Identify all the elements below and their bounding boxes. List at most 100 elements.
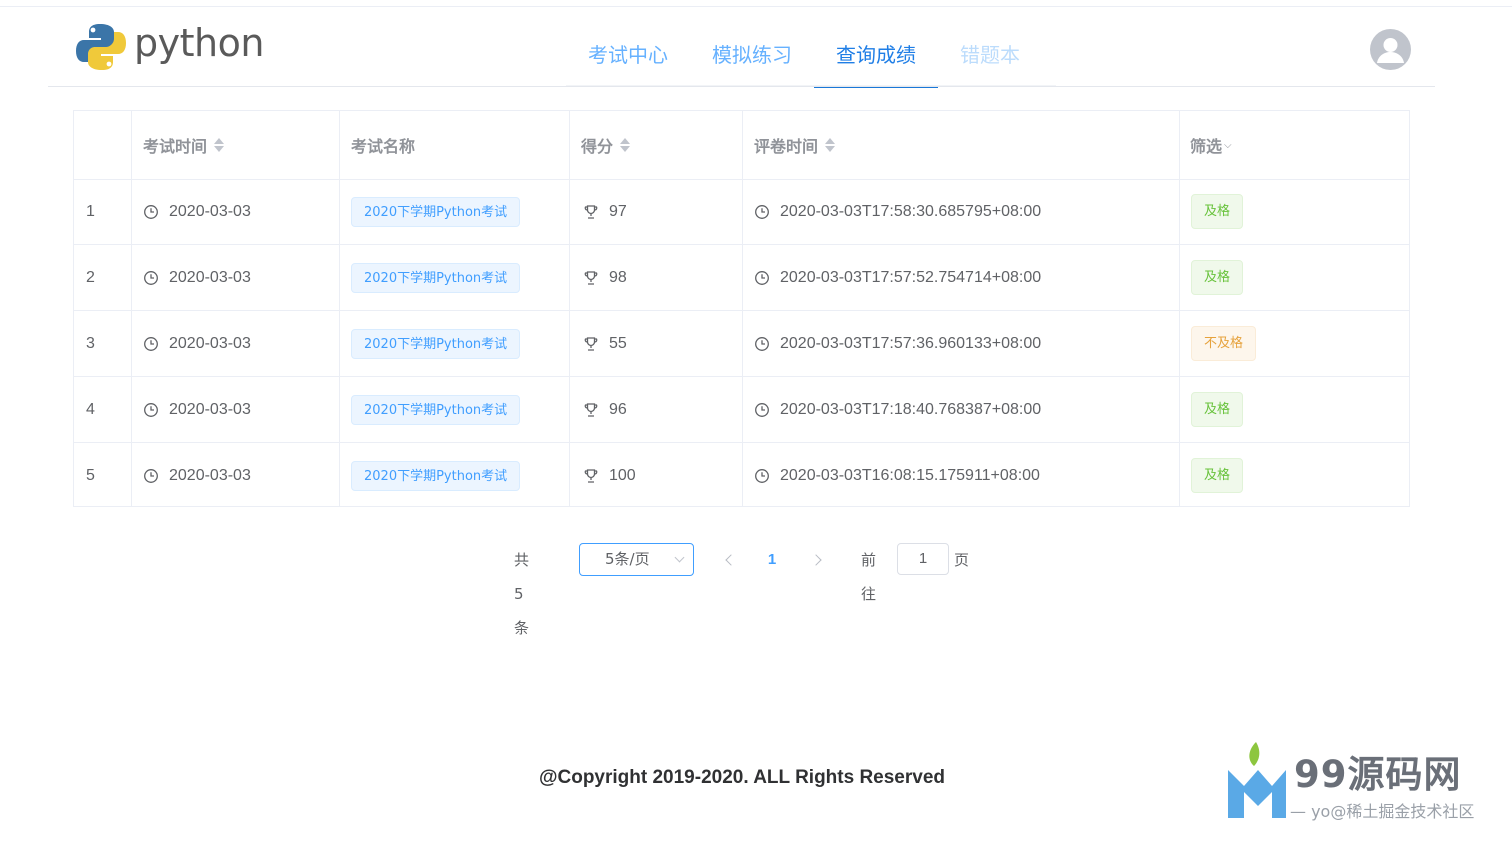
page-size-select[interactable]: 5条/页: [579, 543, 694, 576]
review-time-text: 2020-03-03T17:18:40.768387+08:00: [780, 400, 1042, 418]
exam-name-cell: 2020下学期Python考试: [351, 179, 521, 244]
goto-label: 前往: [861, 551, 877, 603]
status-cell: 不及格: [1191, 311, 1257, 376]
score-text: 97: [609, 202, 627, 220]
review-time-cell: 2020-03-03T17:18:40.768387+08:00: [754, 377, 1041, 442]
nav-item-wrong-questions[interactable]: 错题本: [938, 22, 1042, 88]
clock-icon: [755, 336, 769, 351]
exam-time-text: 2020-03-03: [169, 268, 251, 286]
header-review-time-label: 评卷时间: [754, 137, 819, 156]
header-score[interactable]: 得分: [581, 111, 631, 179]
clock-icon: [755, 468, 769, 483]
clock-icon: [755, 270, 769, 285]
row-index: 5: [86, 466, 95, 484]
filter-dropdown-icon[interactable]: ⌵: [1224, 140, 1232, 151]
score-cell: 100: [583, 443, 636, 508]
score-cell: 55: [583, 311, 627, 376]
review-time-text: 2020-03-03T16:08:15.175911+08:00: [780, 466, 1040, 484]
trophy-icon: [584, 468, 598, 483]
sort-caret-icon[interactable]: [825, 137, 836, 153]
exam-name-tag: 2020下学期Python考试: [351, 328, 521, 359]
exam-time-cell: 2020-03-03: [143, 443, 251, 508]
brand-logo[interactable]: python: [76, 21, 264, 72]
exam-time-cell: 2020-03-03: [143, 377, 251, 442]
watermark: 99源码网 — yo@稀土掘金技术社区: [1222, 738, 1507, 828]
exam-name-cell: 2020下学期Python考试: [351, 377, 521, 442]
pagination-total: 共 5 条: [514, 551, 530, 637]
exam-time-cell: 2020-03-03: [143, 245, 251, 310]
brand-name: python: [134, 21, 264, 65]
table-header: 考试时间 考试名称 得分 评卷时间 筛选 ⌵: [74, 111, 1409, 180]
review-time-text: 2020-03-03T17:57:36.960133+08:00: [780, 334, 1042, 352]
status-badge: 及格: [1191, 392, 1244, 427]
page-number-current[interactable]: 1: [760, 543, 784, 577]
exam-name-cell: 2020下学期Python考试: [351, 245, 521, 310]
status-badge: 不及格: [1191, 326, 1257, 361]
nav-item-practice[interactable]: 模拟练习: [690, 22, 814, 88]
sort-caret-icon[interactable]: [214, 137, 225, 153]
main-nav: 考试中心 模拟练习 查询成绩 错题本: [566, 22, 1042, 88]
review-time-text: 2020-03-03T17:58:30.685795+08:00: [780, 202, 1042, 220]
user-icon: [1377, 38, 1404, 63]
header-exam-time[interactable]: 考试时间: [143, 111, 225, 179]
score-cell: 97: [583, 179, 627, 244]
goto-page-input[interactable]: 1: [897, 543, 949, 575]
clock-icon: [144, 468, 158, 483]
sort-caret-icon[interactable]: [620, 137, 631, 153]
nav-item-query-scores[interactable]: 查询成绩: [814, 22, 938, 88]
exam-name-tag: 2020下学期Python考试: [351, 262, 521, 293]
exam-time-cell: 2020-03-03: [143, 179, 251, 244]
header-divider: [48, 86, 1435, 87]
clock-icon: [144, 402, 158, 417]
exam-time-text: 2020-03-03: [169, 202, 251, 220]
clock-icon: [144, 336, 158, 351]
row-index: 3: [86, 334, 95, 352]
exam-name-tag: 2020下学期Python考试: [351, 196, 521, 227]
review-time-cell: 2020-03-03T17:57:36.960133+08:00: [754, 311, 1041, 376]
exam-name-tag: 2020下学期Python考试: [351, 460, 521, 491]
exam-name-cell: 2020下学期Python考试: [351, 443, 521, 508]
header-review-time[interactable]: 评卷时间: [754, 111, 836, 179]
score-cell: 96: [583, 377, 627, 442]
exam-name-cell: 2020下学期Python考试: [351, 311, 521, 376]
status-cell: 及格: [1191, 377, 1244, 442]
table-row: 2 2020-03-03 2020下学期Python考试 98 2020-03-…: [74, 245, 1409, 311]
exam-time-text: 2020-03-03: [169, 334, 251, 352]
trophy-icon: [584, 270, 598, 285]
exam-time-text: 2020-03-03: [169, 400, 251, 418]
prev-page-button[interactable]: [716, 543, 742, 577]
chevron-down-icon: [674, 552, 685, 563]
trophy-icon: [584, 336, 598, 351]
review-time-cell: 2020-03-03T16:08:15.175911+08:00: [754, 443, 1040, 508]
page-size-value: 5条/页: [605, 550, 650, 568]
status-cell: 及格: [1191, 179, 1244, 244]
nav-item-exam-center[interactable]: 考试中心: [566, 22, 690, 88]
python-logo-icon: [76, 24, 126, 70]
clock-icon: [144, 204, 158, 219]
header-filter[interactable]: 筛选 ⌵: [1190, 111, 1232, 179]
header-exam-name: 考试名称: [351, 111, 415, 179]
row-index: 4: [86, 400, 95, 418]
watermark-logo-icon: [1228, 742, 1286, 818]
score-text: 98: [609, 268, 627, 286]
status-badge: 及格: [1191, 194, 1244, 229]
next-page-button[interactable]: [805, 543, 831, 577]
header-score-label: 得分: [581, 137, 614, 156]
status-cell: 及格: [1191, 245, 1244, 310]
exam-time-cell: 2020-03-03: [143, 311, 251, 376]
goto-suffix: 页: [954, 551, 970, 569]
exam-name-tag: 2020下学期Python考试: [351, 394, 521, 425]
table-row: 4 2020-03-03 2020下学期Python考试 96 2020-03-…: [74, 377, 1409, 443]
header-filter-label: 筛选: [1190, 137, 1223, 156]
header-exam-name-label: 考试名称: [351, 137, 416, 156]
row-index: 2: [86, 268, 95, 286]
score-text: 55: [609, 334, 627, 352]
clock-icon: [755, 402, 769, 417]
clock-icon: [755, 204, 769, 219]
row-index: 1: [86, 202, 95, 220]
user-avatar[interactable]: [1370, 29, 1411, 70]
score-table: 考试时间 考试名称 得分 评卷时间 筛选 ⌵ 1 2020-03-03 2020…: [73, 110, 1410, 507]
review-time-text: 2020-03-03T17:57:52.754714+08:00: [780, 268, 1042, 286]
clock-icon: [144, 270, 158, 285]
score-cell: 98: [583, 245, 627, 310]
